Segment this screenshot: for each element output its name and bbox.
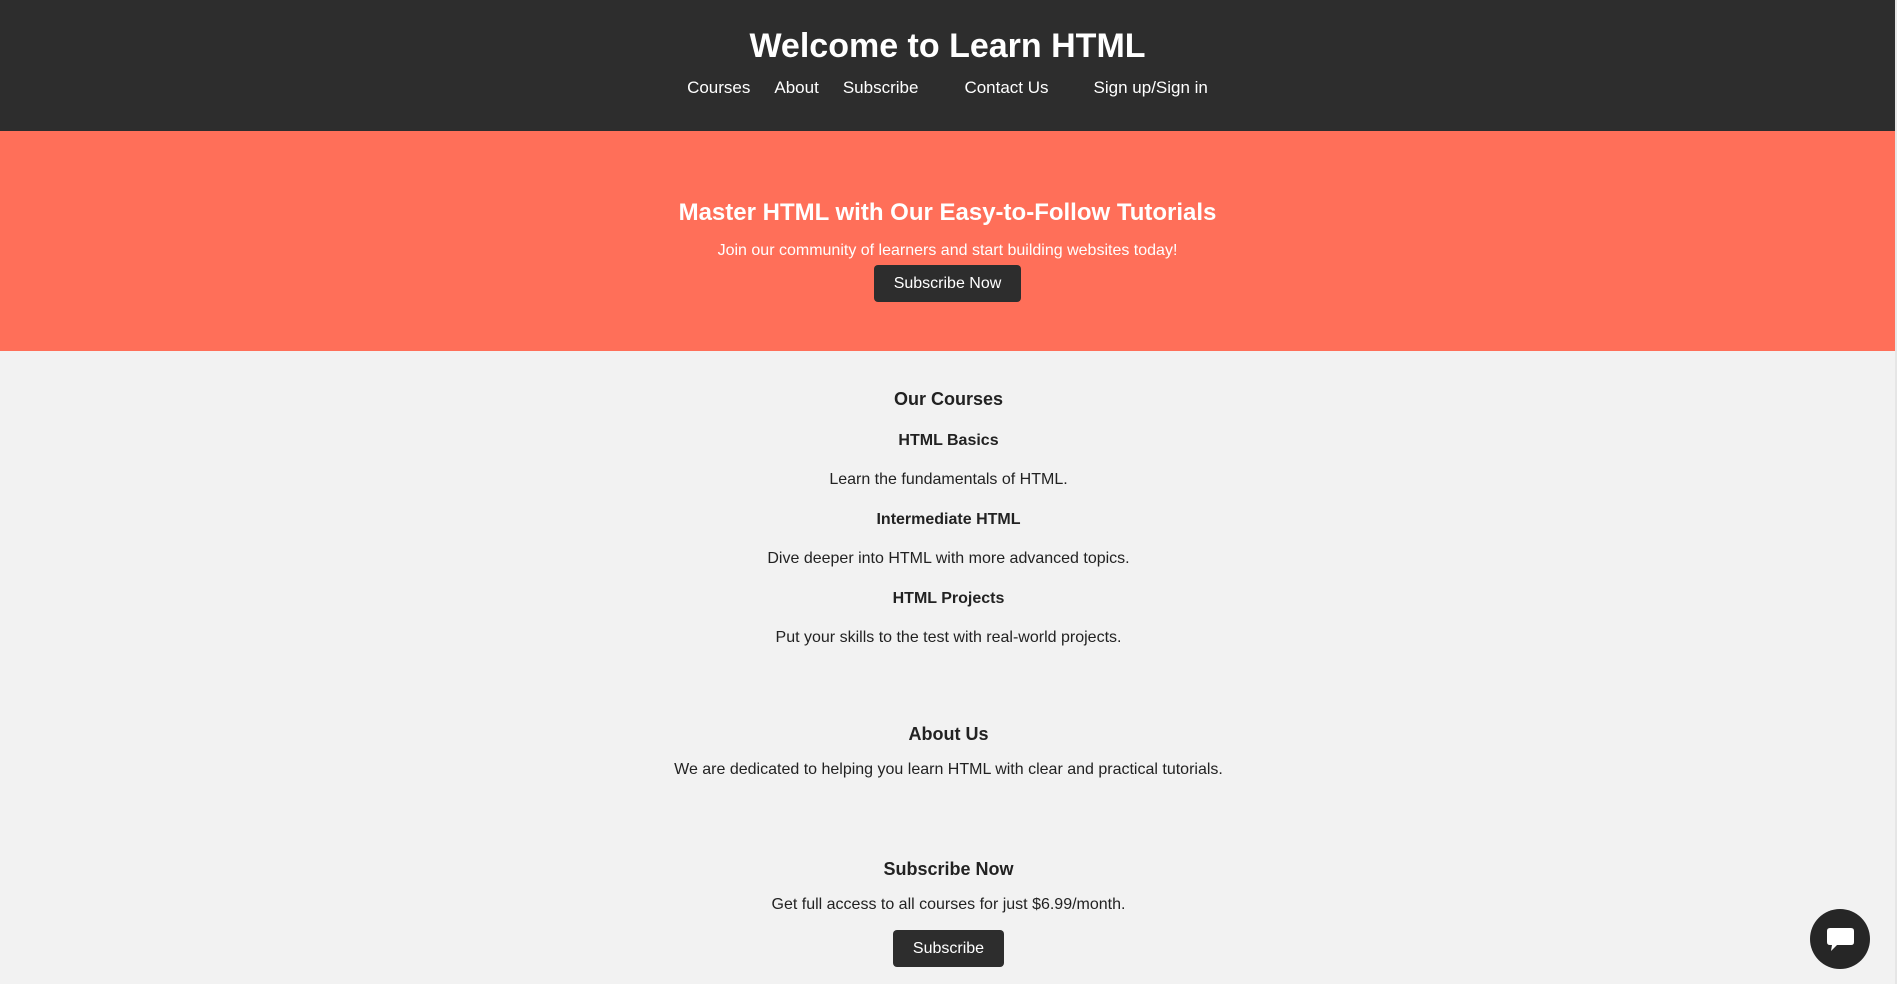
nav-subscribe[interactable]: Subscribe [843,77,919,99]
chat-bubble-icon [1827,928,1854,951]
about-text: We are dedicated to helping you learn HT… [674,761,1223,778]
courses-heading: Our Courses [893,389,1004,409]
subscribe-now-button[interactable]: Subscribe Now [874,265,1021,302]
chat-button[interactable] [1810,909,1870,969]
nav-sign-in[interactable]: Sign up/Sign in [1094,77,1208,99]
site-title: Welcome to Learn HTML [749,27,1146,65]
main-nav: Courses About Subscribe Contact Us Sign … [0,77,1895,99]
subscribe-text: Get full access to all courses for just … [771,896,1126,913]
subscribe-button[interactable]: Subscribe [893,930,1004,967]
hero-title: Master HTML with Our Easy-to-Follow Tuto… [678,199,1217,226]
course-name-html-projects: HTML Projects [892,590,1005,607]
course-name-intermediate-html: Intermediate HTML [876,511,1021,528]
hero-banner: Master HTML with Our Easy-to-Follow Tuto… [0,131,1895,351]
nav-about[interactable]: About [774,77,818,99]
about-heading: About Us [908,724,989,744]
course-desc-intermediate-html: Dive deeper into HTML with more advanced… [767,550,1130,567]
site-header: Welcome to Learn HTML Courses About Subs… [0,0,1895,131]
page: Welcome to Learn HTML Courses About Subs… [0,0,1897,984]
about-section: About Us We are dedicated to helping you… [0,722,1897,780]
nav-courses[interactable]: Courses [687,77,750,99]
course-desc-html-projects: Put your skills to the test with real-wo… [775,629,1122,646]
courses-section: Our Courses HTML Basics Learn the fundam… [0,351,1897,648]
subscribe-section: Subscribe Now Get full access to all cou… [0,857,1897,967]
course-desc-html-basics: Learn the fundamentals of HTML. [829,471,1068,488]
course-name-html-basics: HTML Basics [898,432,999,449]
subscribe-heading: Subscribe Now [883,859,1014,879]
hero-subtitle: Join our community of learners and start… [717,242,1178,259]
nav-contact-us[interactable]: Contact Us [964,77,1048,99]
